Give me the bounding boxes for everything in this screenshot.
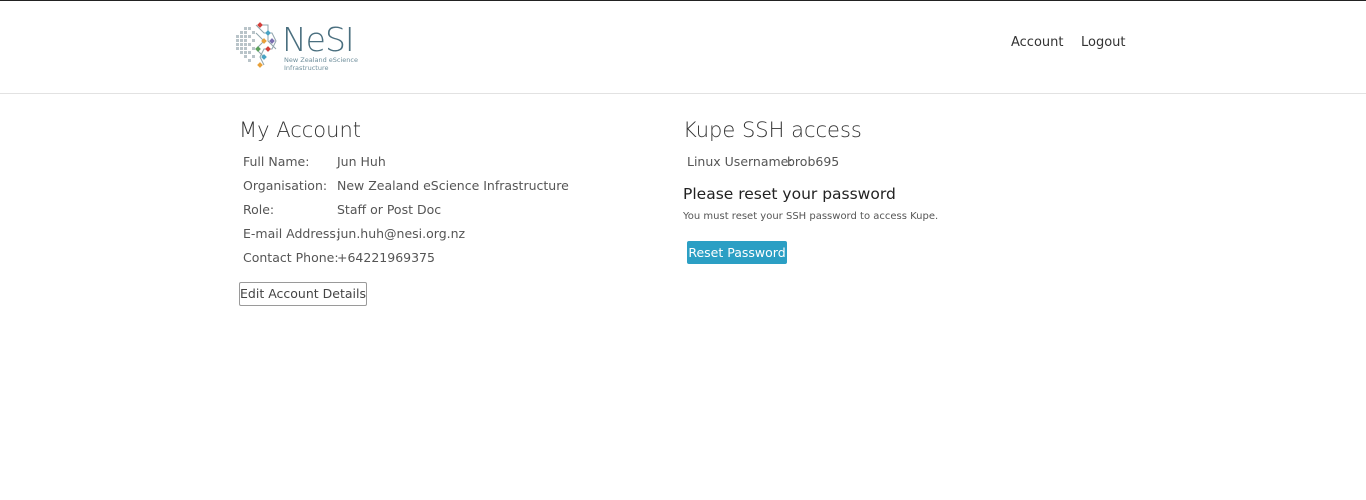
nesi-logo[interactable]: NeSI New Zealand eScience Infrastructure [234,20,374,75]
reset-password-button[interactable]: Reset Password [687,241,787,264]
reset-password-heading: Please reset your password [683,185,896,203]
phone-label: Contact Phone: [243,250,339,265]
logo-subtitle: New Zealand eScience Infrastructure [284,56,358,72]
full-name-label: Full Name: [243,154,310,169]
email-value: jun.huh@nesi.org.nz [337,226,466,241]
role-label: Role: [243,202,275,217]
role-value: Staff or Post Doc [337,202,442,217]
header: NeSI New Zealand eScience Infrastructure… [0,1,1366,94]
nav-logout-link[interactable]: Logout [1081,35,1126,50]
nesi-logo-mark-icon [236,22,277,68]
account-title: My Account [239,118,362,142]
reset-password-note: You must reset your SSH password to acce… [683,211,939,222]
ssh-title: Kupe SSH access [683,118,862,142]
logo-wordmark: NeSI [282,20,355,59]
email-label: E-mail Address: [243,226,341,241]
edit-account-details-button[interactable]: Edit Account Details [239,282,367,306]
organisation-value: New Zealand eScience Infrastructure [337,178,569,193]
full-name-value: Jun Huh [337,154,386,169]
phone-value: +64221969375 [337,250,435,265]
linux-username-value: brob695 [787,154,840,169]
linux-username-label: Linux Username: [687,154,793,169]
nav-account-link[interactable]: Account [1011,35,1064,50]
organisation-label: Organisation: [243,178,328,193]
